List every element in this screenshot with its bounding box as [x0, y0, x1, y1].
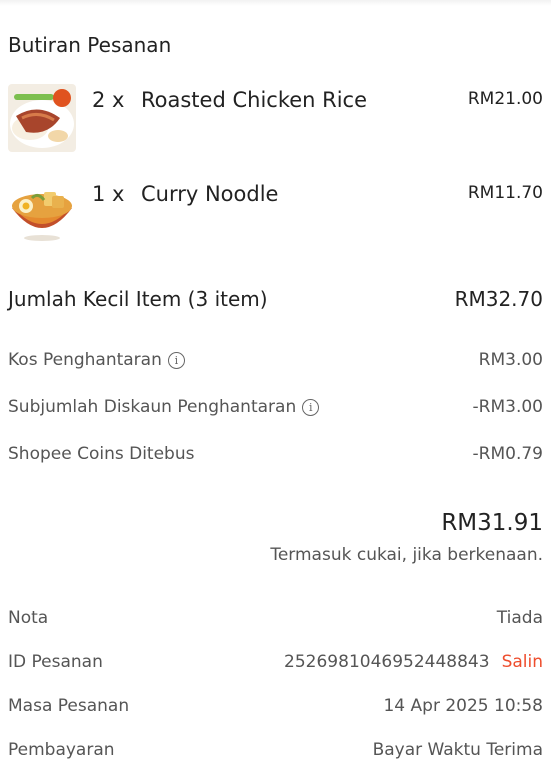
- item-name: Curry Noodle: [141, 182, 279, 206]
- order-item: 1 x Curry Noodle RM11.70: [0, 178, 551, 258]
- delivery-discount-value: -RM3.00: [472, 397, 543, 417]
- payment-label: Pembayaran: [8, 740, 115, 760]
- order-time-label: Masa Pesanan: [8, 696, 130, 716]
- top-divider: [0, 0, 551, 6]
- coins-row: Shopee Coins Ditebus -RM0.79: [8, 444, 543, 470]
- delivery-fee-row: Kos Penghantaran i RM3.00: [8, 350, 543, 376]
- item-price: RM11.70: [467, 183, 543, 203]
- info-icon[interactable]: i: [302, 399, 320, 416]
- order-id-label: ID Pesanan: [8, 652, 103, 672]
- info-icon[interactable]: i: [167, 352, 185, 369]
- copy-button[interactable]: Salin: [502, 652, 543, 672]
- delivery-discount-label: Subjumlah Diskaun Penghantaran: [8, 397, 297, 417]
- order-details-page: Butiran Pesanan 2 x Roasted Chicken Rice…: [0, 0, 551, 773]
- order-time-value: 14 Apr 2025 10:58: [383, 696, 543, 716]
- payment-row: Pembayaran Bayar Waktu Terima: [8, 740, 543, 766]
- section-title: Butiran Pesanan: [8, 33, 172, 57]
- order-id-row: ID Pesanan 2526981046952448843 Salin: [8, 652, 543, 678]
- coins-label: Shopee Coins Ditebus: [8, 444, 195, 464]
- tax-note: Termasuk cukai, jika berkenaan.: [270, 545, 543, 565]
- subtotal-row: Jumlah Kecil Item (3 item) RM32.70: [8, 287, 543, 313]
- payment-value: Bayar Waktu Terima: [372, 740, 543, 760]
- curry-noodle-image: [8, 178, 76, 246]
- note-row: Nota Tiada: [8, 608, 543, 634]
- order-total: RM31.91: [441, 510, 543, 536]
- subtotal-value: RM32.70: [454, 287, 543, 311]
- delivery-discount-row: Subjumlah Diskaun Penghantaran i -RM3.00: [8, 397, 543, 423]
- delivery-fee-label: Kos Penghantaran: [8, 350, 162, 370]
- delivery-fee-value: RM3.00: [478, 350, 543, 370]
- coins-value: -RM0.79: [472, 444, 543, 464]
- order-item: 2 x Roasted Chicken Rice RM21.00: [0, 84, 551, 164]
- note-value: Tiada: [496, 608, 543, 628]
- item-quantity: 1 x: [92, 182, 125, 206]
- item-price: RM21.00: [467, 89, 543, 109]
- subtotal-label: Jumlah Kecil Item (3 item): [8, 287, 268, 311]
- order-id-value: 2526981046952448843: [284, 652, 490, 672]
- roasted-chicken-rice-image: [8, 84, 76, 152]
- order-time-row: Masa Pesanan 14 Apr 2025 10:58: [8, 696, 543, 722]
- item-name: Roasted Chicken Rice: [141, 88, 368, 112]
- item-quantity: 2 x: [92, 88, 125, 112]
- note-label: Nota: [8, 608, 49, 628]
